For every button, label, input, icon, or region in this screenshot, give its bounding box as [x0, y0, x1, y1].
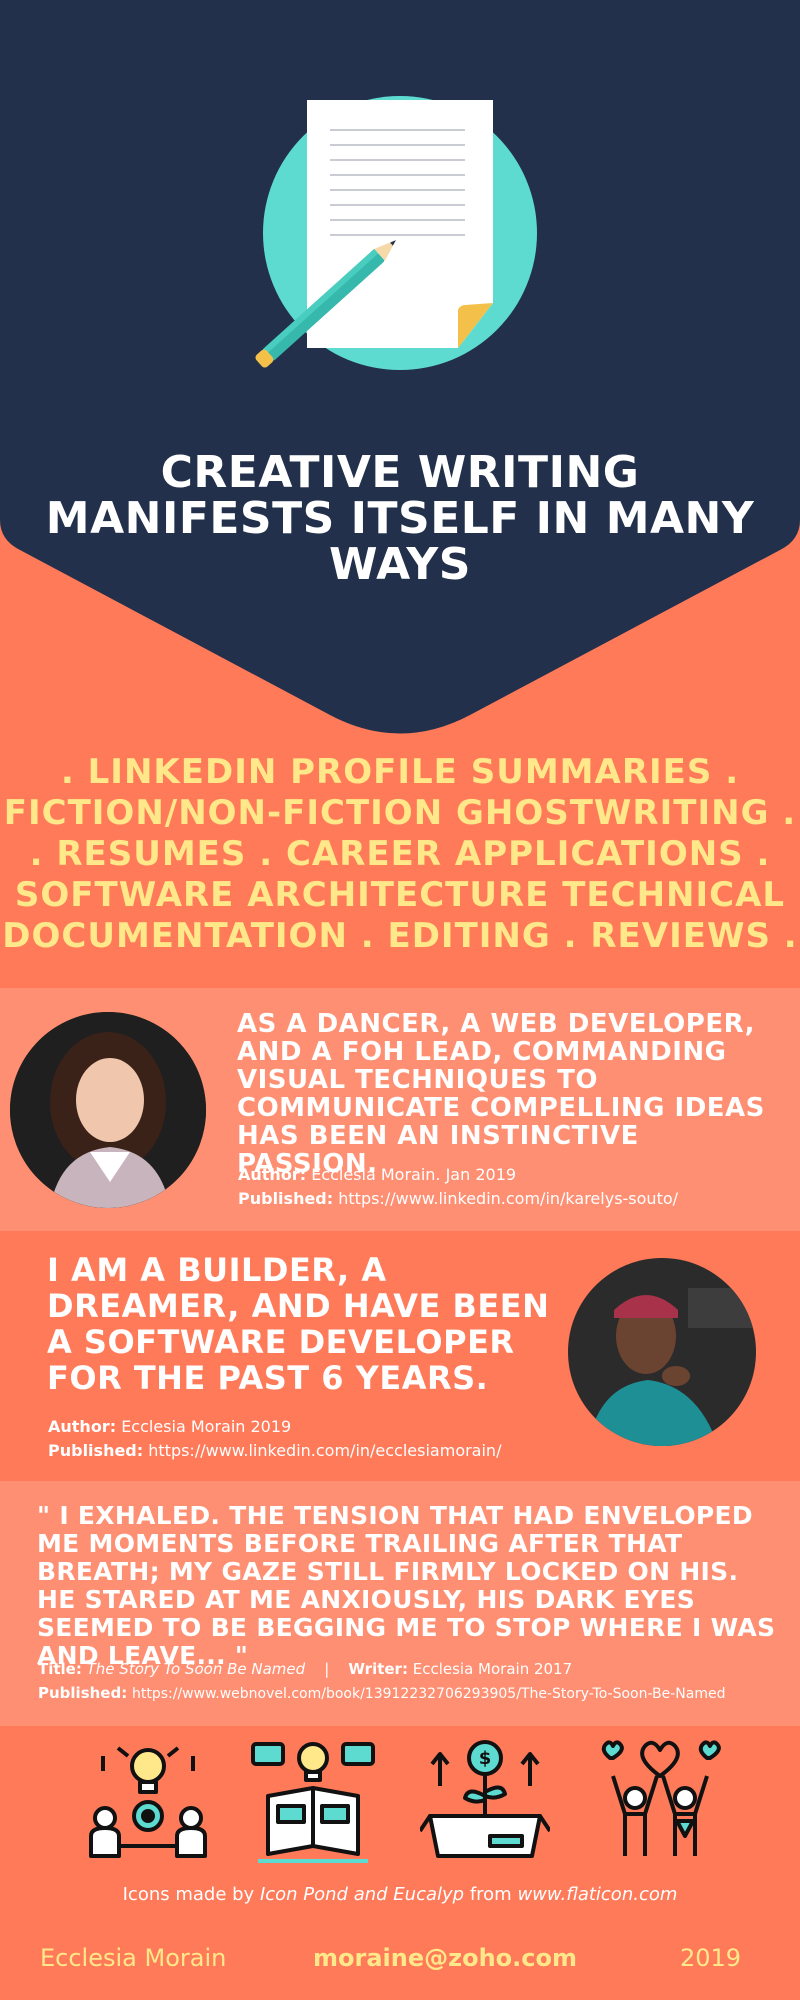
testimonial-3-quote: " I EXHALED. THE TENSION THAT HAD ENVELO… — [37, 1501, 776, 1670]
services-list: . LINKEDIN PROFILE SUMMARIES . FICTION/N… — [0, 752, 800, 957]
published-link[interactable]: https://www.linkedin.com/in/karelys-sout… — [338, 1189, 678, 1208]
footer-year: 2019 — [680, 1944, 742, 1972]
avatar-developer — [568, 1258, 756, 1446]
testimonial-2-meta: Author: Ecclesia Morain 2019 Published: … — [48, 1415, 568, 1463]
title-label: Title: — [38, 1660, 82, 1678]
credit-site-link[interactable]: www.flaticon.com — [517, 1884, 677, 1905]
hero-title: CREATIVE WRITING MANIFESTS ITSELF IN MAN… — [45, 447, 755, 590]
book-ideas-icon — [251, 1742, 375, 1863]
title-value: The Story To Soon Be Named — [86, 1660, 306, 1678]
celebration-icon — [601, 1740, 721, 1856]
published-link[interactable]: https://www.linkedin.com/in/ecclesiamora… — [148, 1441, 501, 1460]
service-line: SOFTWARE ARCHITECTURE TECHNICAL — [14, 875, 786, 915]
author-value: Ecclesia Morain 2019 — [121, 1417, 292, 1436]
service-line: . LINKEDIN PROFILE SUMMARIES . — [60, 752, 740, 792]
author-label: Author: — [238, 1165, 307, 1184]
writing-paper-pencil-icon — [255, 96, 537, 370]
infographic-page: CREATIVE WRITING MANIFESTS ITSELF IN MAN… — [0, 0, 800, 2000]
writer-value: Ecclesia Morain 2017 — [412, 1660, 573, 1678]
published-label: Published: — [38, 1684, 128, 1702]
growth-box-icon: $ — [420, 1740, 550, 1858]
service-line: . RESUMES . CAREER APPLICATIONS . — [29, 834, 771, 874]
service-line: DOCUMENTATION . EDITING . REVIEWS . — [2, 916, 798, 956]
testimonial-3-meta: Title: The Story To Soon Be Named | Writ… — [38, 1657, 788, 1706]
published-label: Published: — [48, 1441, 144, 1460]
published-label: Published: — [238, 1189, 334, 1208]
service-line: FICTION/NON-FICTION GHOSTWRITING . — [3, 793, 797, 833]
credit-prefix: Icons made by — [122, 1884, 255, 1905]
testimonial-1-quote: AS A DANCER, A WEB DEVELOPER, AND A FOH … — [237, 1009, 765, 1179]
testimonial-2-quote: I AM A BUILDER, A DREAMER, AND HAVE BEEN… — [47, 1251, 550, 1397]
separator: | — [324, 1660, 330, 1678]
published-link[interactable]: https://www.webnovel.com/book/1391223270… — [132, 1686, 725, 1702]
credit-authors: Icon Pond and Eucalyp — [259, 1884, 465, 1905]
icon-row: $ — [0, 1736, 800, 1866]
svg-text:$: $ — [479, 1748, 492, 1769]
author-label: Author: — [48, 1417, 117, 1436]
footer-email[interactable]: moraine@zoho.com — [313, 1944, 577, 1972]
credit-middle: from — [469, 1884, 512, 1905]
testimonial-1-meta: Author: Ecclesia Morain. Jan 2019 Publis… — [238, 1163, 788, 1211]
avatar-dancer — [10, 1012, 206, 1208]
writer-label: Writer: — [348, 1660, 408, 1678]
footer-name: Ecclesia Morain — [40, 1944, 227, 1972]
author-value: Ecclesia Morain. Jan 2019 — [311, 1165, 517, 1184]
icon-credit: Icons made by Icon Pond and Eucalyp from… — [0, 1884, 800, 1905]
collaboration-icon — [89, 1746, 207, 1858]
